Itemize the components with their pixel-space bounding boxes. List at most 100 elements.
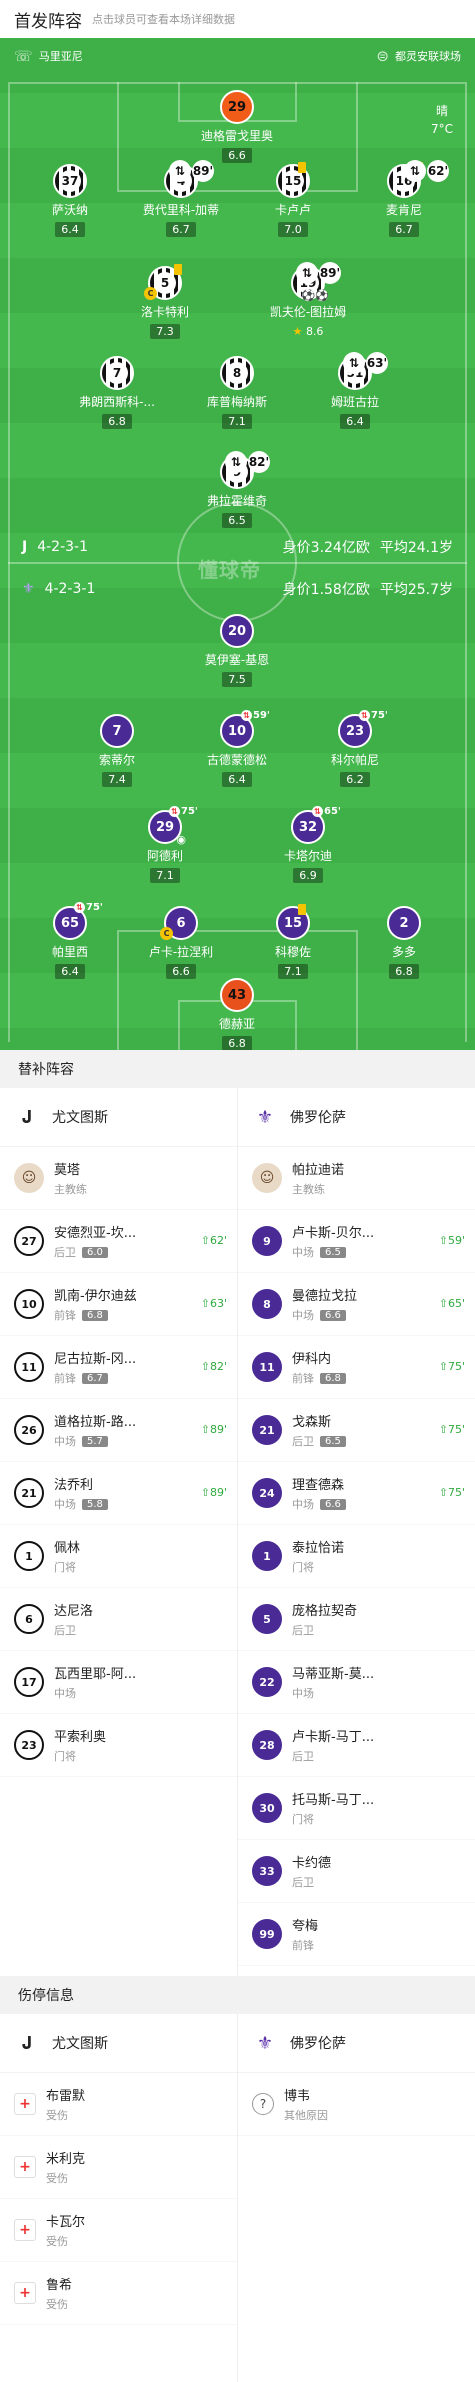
juve-player-cb2[interactable]: 15 卡卢卢 7.0 [238, 162, 348, 237]
fio-player-dm1[interactable]: 29 ⇅ 75' ◉ 阿德利 7.1 [110, 806, 220, 883]
sub-out-minute: 89' [192, 160, 214, 182]
fio-player-rb[interactable]: 2 多多 6.8 [349, 906, 459, 979]
list-item[interactable]: + 米利克 受伤 [0, 2136, 237, 2199]
list-item[interactable]: 10 凯南-伊尔迪兹 前锋 6.8 ⇧63' [0, 1273, 237, 1336]
juve-player-gk[interactable]: 29 迪格雷戈里奥 6.6 [182, 90, 292, 163]
venue-left: ☏ 马里亚尼 [14, 47, 83, 65]
player-name: 平索利奥 [54, 1730, 107, 1745]
juve-team-row[interactable]: 𝐉 尤文图斯 [0, 1088, 237, 1147]
list-item[interactable]: + 卡瓦尔 受伤 [0, 2199, 237, 2262]
list-item[interactable]: 8 曼德拉戈拉 中场 6.6 ⇧65' [238, 1273, 475, 1336]
player-name: 夸梅 [292, 1919, 319, 1934]
page-title: 首发阵容 [14, 11, 82, 32]
fio-squad-value: 身价1.58亿欧 [282, 582, 370, 598]
list-item[interactable]: + 布雷默 受伤 [0, 2073, 237, 2136]
jersey-avatar: 22 [252, 1667, 282, 1697]
player-position: 门将 [292, 1561, 314, 1574]
fio-player-cb1[interactable]: 6 C 卢卡-拉涅利 6.6 [126, 906, 236, 979]
list-item[interactable]: + 鲁希 受伤 [0, 2262, 237, 2325]
list-item[interactable]: 24 理查德森 中场 6.6 ⇧75' [238, 1462, 475, 1525]
list-item[interactable]: ? 博韦 其他原因 [238, 2073, 475, 2136]
fio-team-row[interactable]: ⚜ 佛罗伦萨 [238, 2014, 475, 2073]
juve-coach-row[interactable]: ☺ 莫塔 主教练 [0, 1147, 237, 1210]
fio-team-row[interactable]: ⚜ 佛罗伦萨 [238, 1088, 475, 1147]
player-name: 马蒂亚斯-莫... [292, 1667, 375, 1682]
fio-coach-row[interactable]: ☺ 帕拉迪诺 主教练 [238, 1147, 475, 1210]
juve-player-dm1[interactable]: 5 C 洛卡特利 7.3 [110, 264, 220, 339]
player-rating: 6.6 [166, 964, 196, 979]
list-item[interactable]: 21 戈森斯 后卫 6.5 ⇧75' [238, 1399, 475, 1462]
jersey-number: 6 [176, 915, 186, 931]
fio-player-dm2[interactable]: 32 ⇅ 65' 卡塔尔迪 6.9 [253, 806, 363, 883]
injury-icon: + [14, 2093, 36, 2115]
player-name: 科尔帕尼 [330, 753, 379, 767]
pitch: ☏ 马里亚尼 ⊜ 都灵安联球场 晴 7°C 29 迪格雷戈里奥 6.6 37 萨… [0, 38, 475, 1050]
jersey-number: 23 [345, 723, 365, 739]
list-item[interactable]: 27 安德烈亚-坎... 后卫 6.0 ⇧62' [0, 1210, 237, 1273]
jersey-number: 5 [154, 272, 176, 294]
injury-status: 其他原因 [284, 2109, 328, 2122]
fio-player-st[interactable]: 20 莫伊塞-基恩 7.5 [182, 614, 292, 687]
juve-player-cb1[interactable]: 4 ⇅89' 费代里科-加蒂 6.7 [126, 160, 236, 237]
juve-player-dm2[interactable]: 19 ⇅89' ⚽⚽ 凯夫伦-图拉姆 ★ 8.6 [253, 262, 363, 339]
list-item[interactable]: 21 法乔利 中场 5.8 ⇧89' [0, 1462, 237, 1525]
fio-avg-age: 平均25.7岁 [379, 582, 453, 598]
sub-in-icon: ⇧ [200, 1486, 210, 1499]
list-item[interactable]: 23 平索利奥 门将 [0, 1714, 237, 1777]
list-item[interactable]: 22 马蒂亚斯-莫... 中场 [238, 1651, 475, 1714]
juve-team-row[interactable]: 𝐉 尤文图斯 [0, 2014, 237, 2073]
fio-injury-column: ⚜ 佛罗伦萨 ? 博韦 其他原因 [238, 2014, 475, 2136]
jersey: 2 [387, 906, 421, 940]
pitch-top-row: ☏ 马里亚尼 ⊜ 都灵安联球场 [0, 38, 475, 74]
list-item[interactable]: 11 尼古拉斯-冈... 前锋 6.7 ⇧82' [0, 1336, 237, 1399]
juve-player-lw[interactable]: 51 ⇅63' 姆班古拉 6.4 [300, 352, 410, 429]
sub-in-minute: 75' [447, 1486, 465, 1499]
fio-player-lw[interactable]: 7 索蒂尔 7.4 [62, 714, 172, 787]
list-item[interactable]: 99 夸梅 前锋 [238, 1903, 475, 1966]
player-rating: 5.8 [82, 1498, 108, 1510]
player-rating: 7.1 [222, 414, 252, 429]
stadium-icon: ⊜ [376, 47, 389, 65]
player-position: 后卫 [292, 1750, 314, 1763]
sub-out-icon: ⇅ [404, 160, 426, 182]
juve-player-rw[interactable]: 7 弗朗西斯科-... 6.8 [62, 356, 172, 429]
fio-player-rw[interactable]: 23 ⇅ 75' 科尔帕尼 6.2 [300, 710, 410, 787]
jersey-avatar: 99 [252, 1919, 282, 1949]
player-rating: 6.5 [320, 1435, 346, 1447]
fio-player-lb[interactable]: 65 ⇅ 75' 帕里西 6.4 [15, 902, 125, 979]
jersey-avatar: 8 [252, 1289, 282, 1319]
list-item[interactable]: 28 卢卡斯-马丁... 后卫 [238, 1714, 475, 1777]
juve-player-rb[interactable]: 37 萨沃纳 6.4 [15, 164, 125, 237]
list-item[interactable]: 6 达尼洛 后卫 [0, 1588, 237, 1651]
star-icon: ★ [292, 325, 303, 338]
list-item[interactable]: 33 卡约德 后卫 [238, 1840, 475, 1903]
fio-player-gk[interactable]: 43 德赫亚 6.8 [182, 978, 292, 1050]
list-item[interactable]: 17 瓦西里耶-阿... 中场 [0, 1651, 237, 1714]
list-item[interactable]: 1 佩林 门将 [0, 1525, 237, 1588]
player-rating: 6.4 [340, 414, 370, 429]
sub-out-badge: ⇅ 59' [241, 710, 270, 721]
juve-player-st[interactable]: 9 ⇅82' 弗拉霍维奇 6.5 [182, 451, 292, 528]
jersey-avatar: 24 [252, 1478, 282, 1508]
assist-icon: ◉ [176, 833, 186, 846]
sub-in-badge: ⇧82' [201, 1360, 227, 1373]
juve-subs-column: 𝐉 尤文图斯 ☺ 莫塔 主教练 27 安德烈亚-坎... 后卫 6.0 ⇧62' 10… [0, 1088, 237, 1777]
juve-player-am[interactable]: 8 库普梅纳斯 7.1 [182, 356, 292, 429]
player-rating: 6.8 [82, 1309, 108, 1321]
player-rating: 6.4 [55, 964, 85, 979]
yellow-card-icon [298, 162, 306, 173]
list-item[interactable]: 30 托马斯-马丁... 门将 [238, 1777, 475, 1840]
player-name: 理查德森 [292, 1478, 345, 1493]
juve-player-lb[interactable]: 16 ⇅ 62' 麦肯尼 6.7 [349, 160, 459, 237]
sub-in-icon: ⇧ [200, 1360, 210, 1373]
player-name: 曼德拉戈拉 [292, 1289, 358, 1304]
list-item[interactable]: 9 卢卡斯-贝尔... 中场 6.5 ⇧59' [238, 1210, 475, 1273]
fio-player-am[interactable]: 10 ⇅ 59' 古德蒙德松 6.4 [182, 710, 292, 787]
player-name: 卡卢卢 [274, 203, 311, 217]
list-item[interactable]: 1 泰拉恰诺 门将 [238, 1525, 475, 1588]
fio-player-cb2[interactable]: 15 科穆佐 7.1 [238, 904, 348, 979]
list-item[interactable]: 26 道格拉斯-路... 中场 5.7 ⇧89' [0, 1399, 237, 1462]
player-rating: 6.0 [82, 1246, 108, 1258]
list-item[interactable]: 5 庞格拉契奇 后卫 [238, 1588, 475, 1651]
list-item[interactable]: 11 伊科内 前锋 6.8 ⇧75' [238, 1336, 475, 1399]
